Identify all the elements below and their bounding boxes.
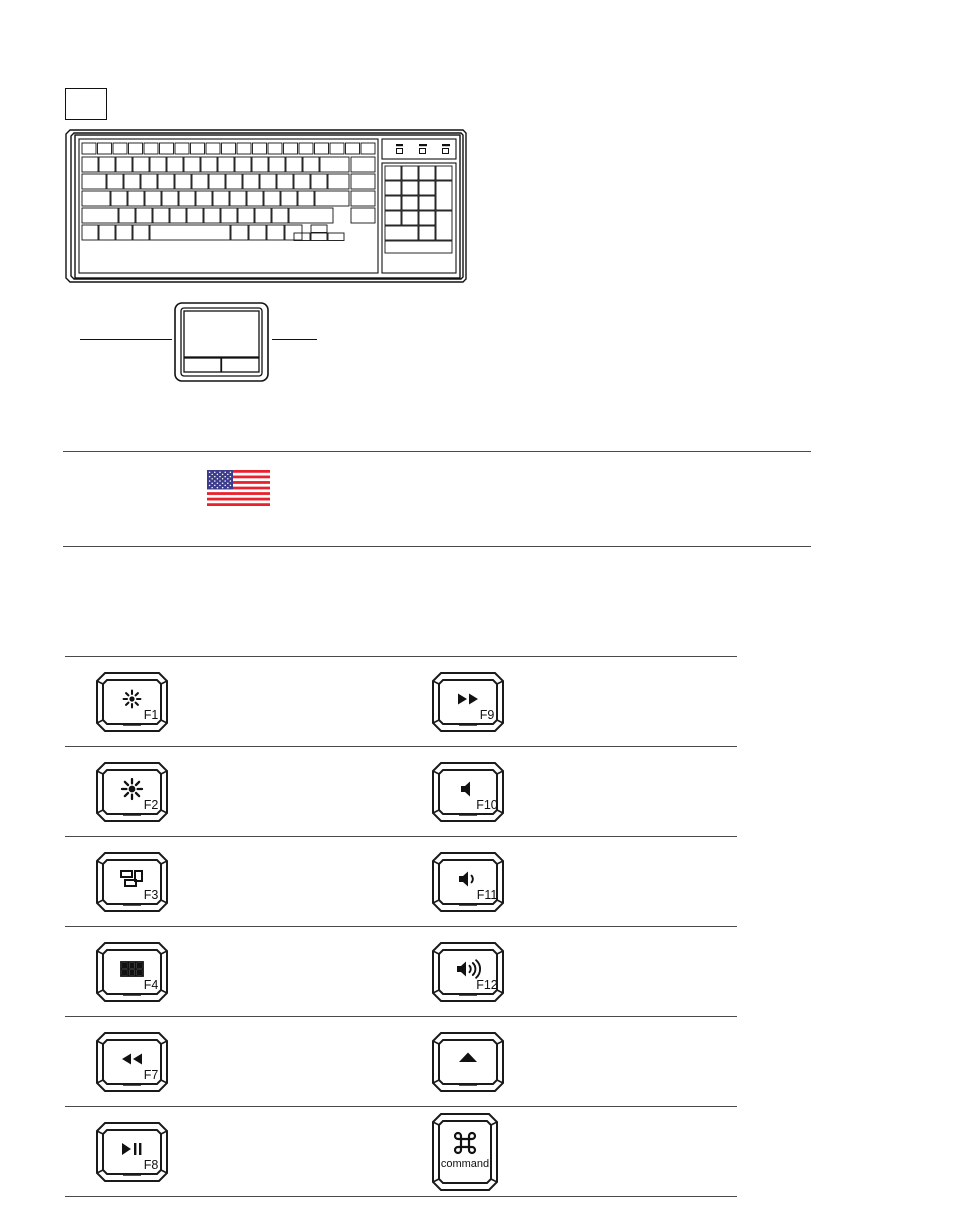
keyboard-illustration	[63, 127, 468, 285]
keycap-label: F10	[476, 798, 498, 812]
key-cell-left: F8	[65, 1107, 401, 1196]
keycap-label: command	[441, 1158, 489, 1170]
keycap-outline	[432, 1112, 498, 1191]
keycap-label: F11	[477, 888, 498, 902]
key-cell-left: F7	[65, 1017, 401, 1106]
keycap-f4: F4	[93, 939, 171, 1005]
keycap-label: F8	[144, 1158, 159, 1172]
key-cell-right: F11	[401, 837, 737, 926]
keycap-outline	[96, 1121, 168, 1182]
keycap-eject	[429, 1029, 507, 1095]
keycap-label: F9	[480, 708, 495, 722]
brightness-down-icon	[122, 689, 142, 708]
keycap-outline	[96, 851, 168, 912]
right-leader-line	[272, 338, 317, 340]
key-cell-left: F4	[65, 927, 401, 1016]
table-rule	[65, 1196, 737, 1197]
brightness-up-icon	[120, 777, 144, 800]
keycap-f3: F3	[93, 849, 171, 915]
key-cell-right	[401, 1017, 737, 1106]
keycap-label: F1	[144, 708, 159, 722]
keycap-outline	[432, 671, 504, 732]
keycap-outline	[96, 671, 168, 732]
key-cell-right: F9	[401, 657, 737, 746]
keycap-label: F7	[144, 1068, 159, 1082]
keycap-f1: F1	[93, 669, 171, 735]
key-cell-left: F3	[65, 837, 401, 926]
table-row: F2 F10	[65, 747, 737, 836]
keycap-f12: F12	[429, 939, 507, 1005]
keycap-f9: F9	[429, 669, 507, 735]
table-row: F1 F9	[65, 657, 737, 746]
dashboard-icon	[120, 960, 144, 977]
keycap-f2: F2	[93, 759, 171, 825]
key-cell-right: command	[401, 1107, 737, 1196]
keycap-label: F3	[144, 888, 159, 902]
key-cell-left: F2	[65, 747, 401, 836]
keycap-label: F4	[144, 978, 159, 992]
keycap-f11: F11	[429, 849, 507, 915]
table-row: F4 F12	[65, 927, 737, 1016]
empty-callout-box	[65, 88, 107, 120]
keycap-f10: F10	[429, 759, 507, 825]
touchpad-illustration	[172, 300, 273, 384]
key-cell-left: F1	[65, 657, 401, 746]
function-key-table: F1 F9 F2 F10 F3 F11 F4 F12 F7 F8 command	[65, 656, 737, 1197]
keycap-f8: F8	[93, 1119, 171, 1185]
left-leader-line	[80, 338, 172, 340]
keycap-f7: F7	[93, 1029, 171, 1095]
table-row: F3 F11	[65, 837, 737, 926]
keycap-label: F2	[144, 798, 159, 812]
rule-below-flag	[63, 546, 811, 547]
key-cell-right: F10	[401, 747, 737, 836]
key-cell-right: F12	[401, 927, 737, 1016]
keycap-label: F12	[476, 978, 498, 992]
table-row: F8 command	[65, 1107, 737, 1196]
keycap-command: command	[429, 1110, 501, 1194]
rule-above-flag	[63, 451, 811, 452]
keycap-outline	[432, 941, 504, 1002]
keycap-outline	[96, 1031, 168, 1092]
us-flag	[207, 470, 270, 506]
table-row: F7	[65, 1017, 737, 1106]
